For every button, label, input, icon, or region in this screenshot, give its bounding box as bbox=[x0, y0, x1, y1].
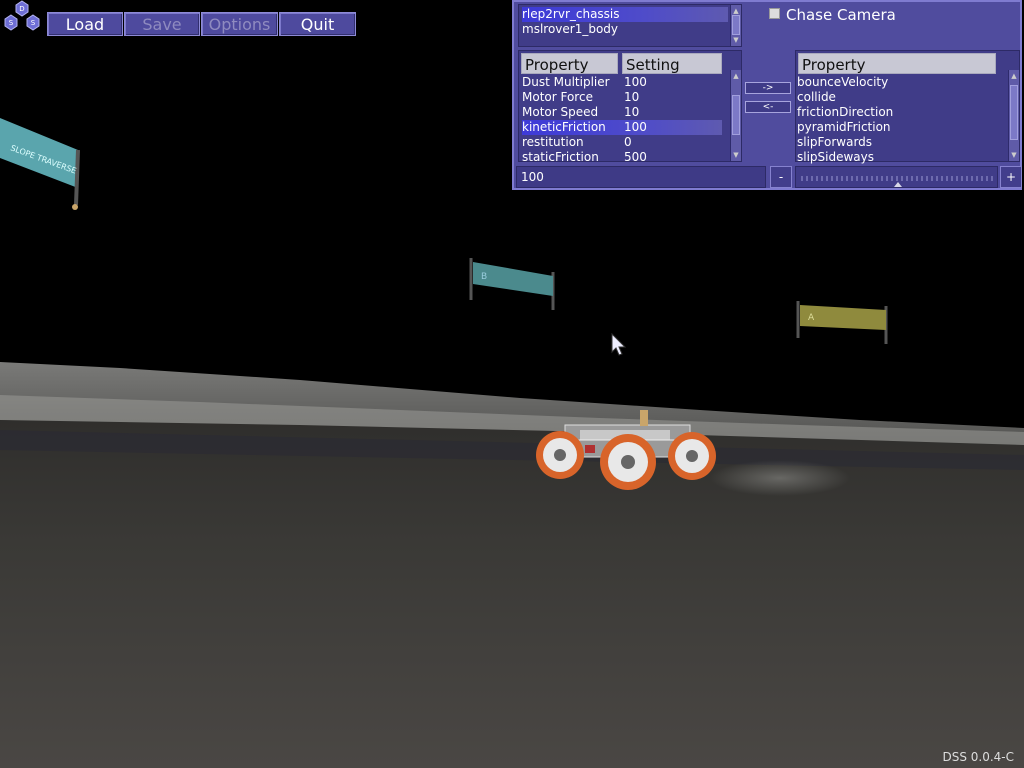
dust-cloud bbox=[710, 460, 850, 496]
settings-scrollbar[interactable]: ▲ ▼ bbox=[730, 70, 741, 161]
svg-text:A: A bbox=[808, 313, 815, 323]
available-property-item[interactable]: slipForwards bbox=[797, 135, 872, 150]
scroll-up-icon[interactable]: ▲ bbox=[731, 71, 741, 81]
slider-knob[interactable] bbox=[894, 182, 902, 187]
property-panel: rlep2rvr_chassis mslrover1_body ▲ ▼ Chas… bbox=[512, 0, 1022, 190]
available-property-item[interactable]: pyramidFriction bbox=[797, 120, 891, 135]
settings-row-property[interactable]: staticFriction bbox=[522, 150, 722, 165]
body-list-scrollbar[interactable]: ▲ ▼ bbox=[730, 5, 741, 46]
add-property-button[interactable]: -> bbox=[745, 82, 791, 94]
settings-row-setting[interactable]: 10 bbox=[624, 105, 639, 120]
slider-minus-button[interactable]: - bbox=[770, 166, 792, 188]
scroll-up-icon[interactable]: ▲ bbox=[1009, 71, 1019, 81]
chase-camera-checkbox[interactable] bbox=[769, 8, 780, 19]
available-property-item[interactable]: frictionDirection bbox=[797, 105, 893, 120]
settings-row-property[interactable]: Motor Force bbox=[522, 90, 722, 105]
settings-column-setting[interactable]: Setting bbox=[622, 53, 722, 74]
scroll-down-icon[interactable]: ▼ bbox=[731, 150, 741, 160]
available-column-property[interactable]: Property bbox=[798, 53, 996, 74]
settings-row-property[interactable]: kineticFriction bbox=[522, 120, 722, 135]
mouse-cursor-icon bbox=[611, 333, 627, 356]
body-list[interactable]: rlep2rvr_chassis mslrover1_body bbox=[518, 4, 742, 47]
settings-row-setting[interactable]: 500 bbox=[624, 150, 647, 165]
scroll-down-icon[interactable]: ▼ bbox=[1009, 150, 1019, 160]
settings-row-setting[interactable]: 0 bbox=[624, 135, 632, 150]
scrollbar-thumb[interactable] bbox=[732, 95, 740, 135]
scroll-down-icon[interactable]: ▼ bbox=[731, 35, 741, 45]
svg-text:B: B bbox=[481, 272, 487, 282]
svg-text:S: S bbox=[31, 19, 36, 27]
quit-button[interactable]: Quit bbox=[279, 12, 356, 36]
settings-table[interactable]: Property Setting Dust Multiplier 100 Motor… bbox=[518, 50, 742, 165]
dss-logo-icon: D S S bbox=[4, 0, 40, 31]
save-button[interactable]: Save bbox=[124, 12, 200, 36]
body-list-item[interactable]: mslrover1_body bbox=[522, 22, 728, 37]
available-property-item[interactable]: collide bbox=[797, 90, 836, 105]
settings-row-setting[interactable]: 100 bbox=[624, 75, 647, 90]
svg-text:D: D bbox=[19, 5, 24, 13]
terrain-ground bbox=[0, 420, 1024, 768]
slider-plus-button[interactable]: + bbox=[1000, 166, 1022, 188]
scrollbar-thumb[interactable] bbox=[732, 15, 740, 35]
version-label: DSS 0.0.4-C bbox=[942, 750, 1014, 764]
available-scrollbar[interactable]: ▲ ▼ bbox=[1008, 70, 1019, 161]
settings-row-property[interactable]: Dust Multiplier bbox=[522, 75, 722, 90]
settings-column-property[interactable]: Property bbox=[521, 53, 618, 74]
rover-wheel-front-left bbox=[600, 434, 656, 490]
chase-camera-label: Chase Camera bbox=[786, 6, 896, 24]
available-properties-list[interactable]: Property bounceVelocity collide frictionDi… bbox=[795, 50, 1020, 165]
load-button[interactable]: Load bbox=[47, 12, 123, 36]
rover-wheel-rear-left bbox=[536, 431, 584, 479]
rover-wheel-front-right bbox=[668, 432, 716, 480]
options-button[interactable]: Options bbox=[201, 12, 278, 36]
available-property-item[interactable]: bounceVelocity bbox=[797, 75, 888, 90]
body-list-item[interactable]: rlep2rvr_chassis bbox=[522, 7, 728, 22]
settings-row-property[interactable]: Motor Speed bbox=[522, 105, 722, 120]
remove-property-button[interactable]: <- bbox=[745, 101, 791, 113]
svg-text:S: S bbox=[9, 19, 14, 27]
value-field[interactable]: 100 bbox=[516, 166, 766, 188]
settings-row-setting[interactable]: 10 bbox=[624, 90, 639, 105]
scrollbar-thumb[interactable] bbox=[1010, 85, 1018, 140]
settings-row-setting[interactable]: 100 bbox=[624, 120, 647, 135]
available-property-item[interactable]: slipSideways bbox=[797, 150, 874, 165]
settings-row-property[interactable]: restitution bbox=[522, 135, 722, 150]
value-slider[interactable] bbox=[795, 166, 998, 188]
